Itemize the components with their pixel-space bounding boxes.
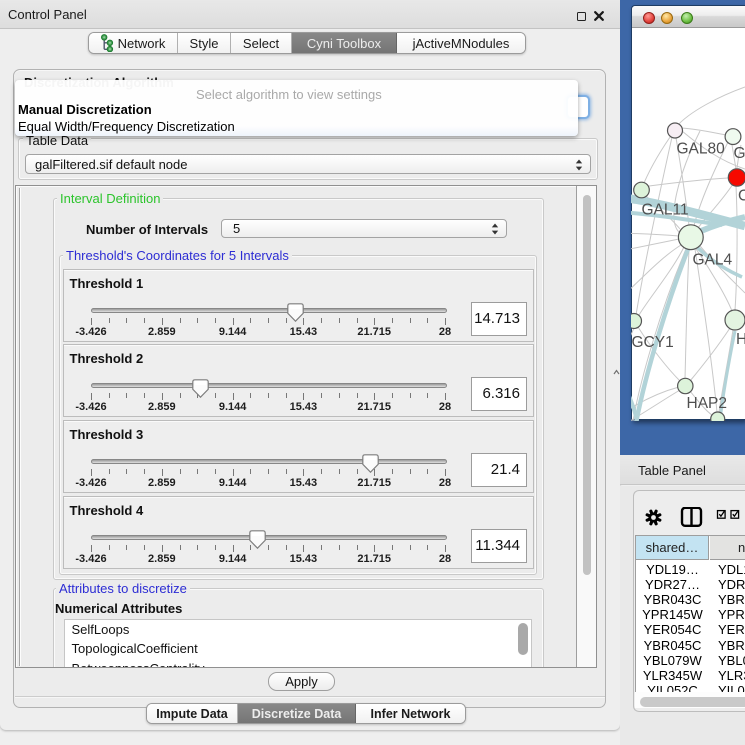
svg-text:HAP2: HAP2: [687, 395, 728, 412]
svg-text:GAL80: GAL80: [677, 141, 726, 158]
svg-text:GCY1: GCY1: [632, 334, 674, 351]
svg-text:C: C: [738, 188, 745, 205]
svg-text:GAL4: GAL4: [693, 252, 733, 269]
svg-text:GAL11: GAL11: [642, 202, 689, 219]
svg-text:H: H: [736, 331, 745, 348]
svg-text:G..: G..: [734, 145, 745, 162]
